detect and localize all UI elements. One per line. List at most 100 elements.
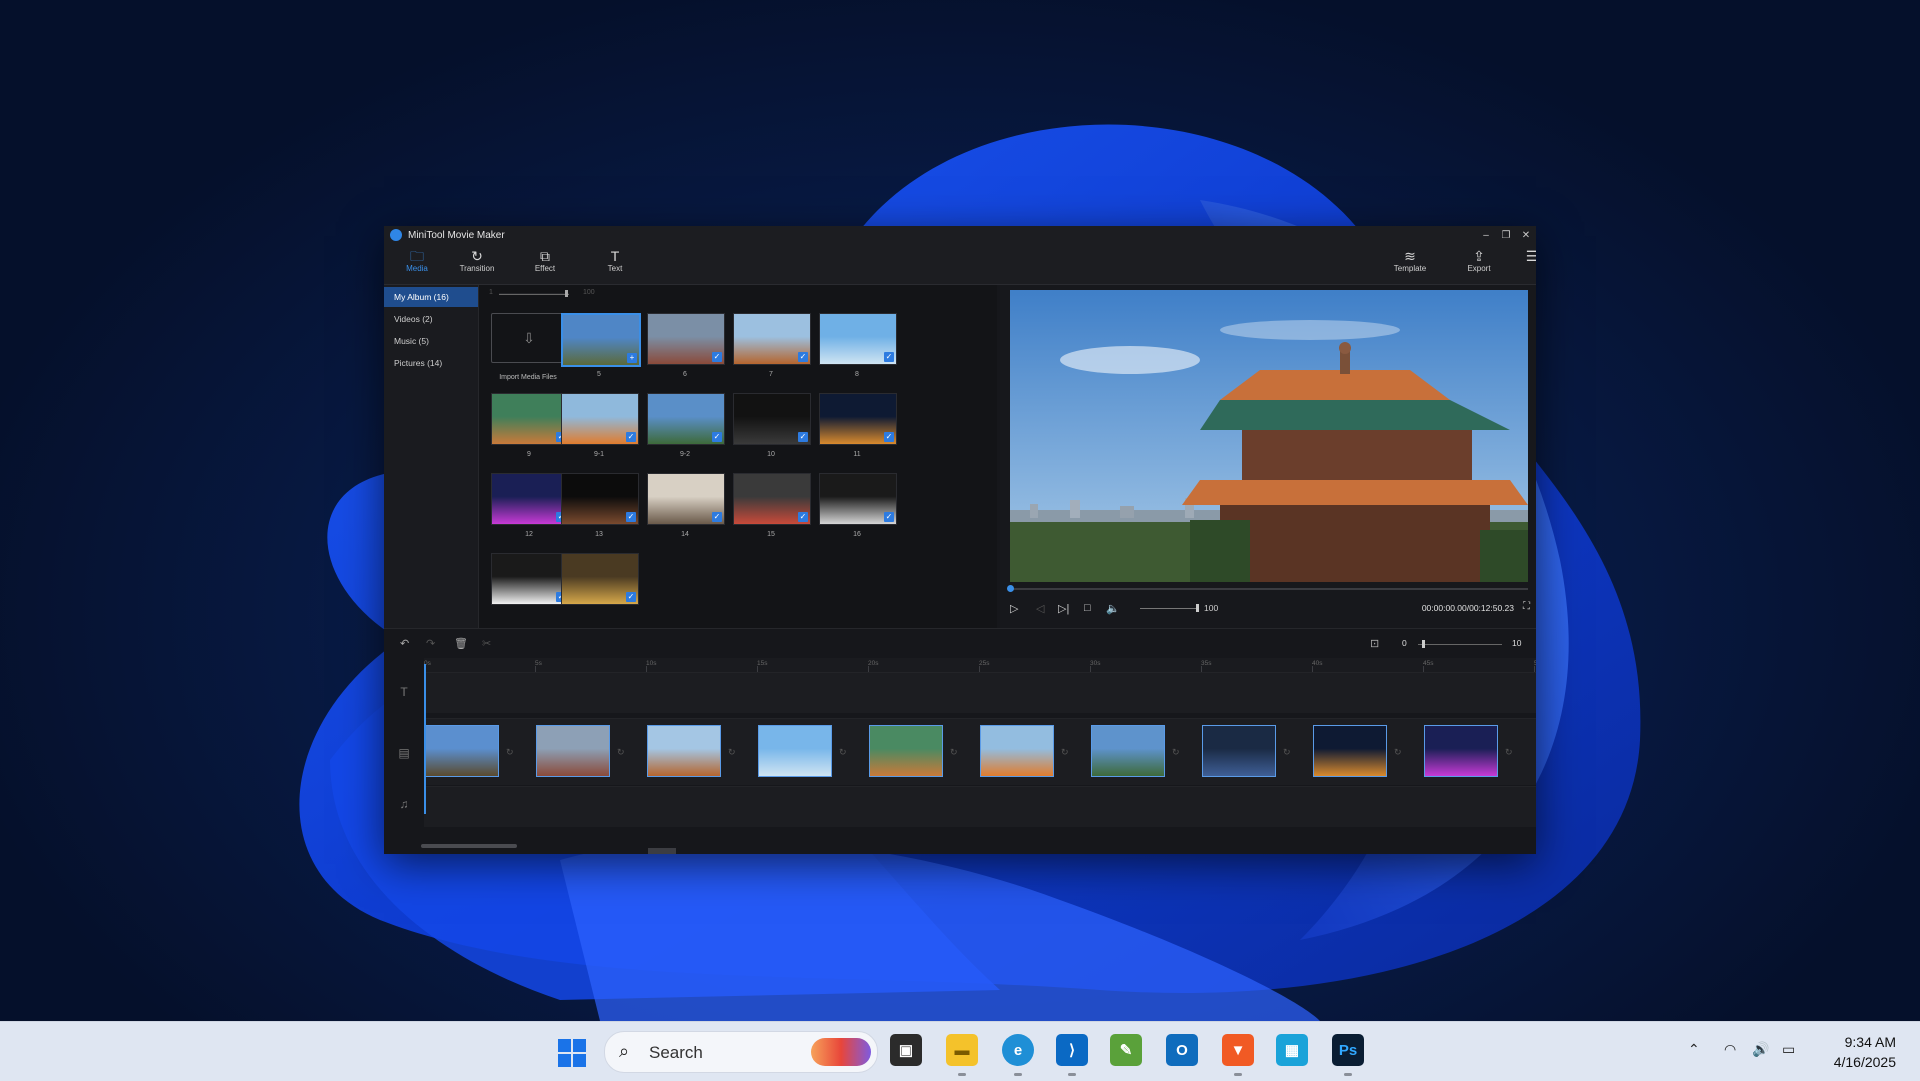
photoshop-icon[interactable]: Ps [1332, 1034, 1364, 1066]
media-thumbnail[interactable]: ✓ [561, 553, 639, 605]
check-icon[interactable]: ✓ [626, 512, 636, 522]
check-icon[interactable]: ✓ [884, 432, 894, 442]
volume-handle[interactable] [1196, 604, 1199, 612]
volume-icon[interactable]: 🔈 [1106, 602, 1120, 615]
check-icon[interactable]: ✓ [712, 352, 722, 362]
image-editor-icon[interactable]: ✎ [1110, 1034, 1142, 1066]
media-thumbnail[interactable]: ✓ [733, 313, 811, 365]
wifi-icon[interactable]: ◠ [1724, 1041, 1736, 1058]
media-thumbnail[interactable]: ✓ [491, 553, 569, 605]
media-thumbnail[interactable]: ✓ [819, 473, 897, 525]
battery-icon[interactable]: ▭ [1782, 1041, 1795, 1058]
export-button[interactable]: ⇪ Export [1454, 248, 1504, 273]
minimize-button[interactable]: – [1476, 226, 1496, 244]
timeline-clip[interactable] [1313, 725, 1387, 777]
store-app-icon[interactable]: ▦ [1276, 1034, 1308, 1066]
transition-slot-icon[interactable]: ↻ [1505, 747, 1513, 758]
timeline-scrollbar[interactable] [421, 844, 517, 848]
restore-button[interactable]: ❐ [1496, 226, 1516, 244]
playback-progress[interactable] [1007, 585, 1528, 592]
outlook-icon[interactable]: O [1166, 1034, 1198, 1066]
text-track[interactable] [424, 672, 1536, 713]
check-icon[interactable]: ✓ [884, 352, 894, 362]
check-icon[interactable]: ✓ [798, 432, 808, 442]
timeline-ruler[interactable]: 0s5s10s15s20s25s30s35s40s45s50 [424, 658, 1536, 672]
prev-frame-button[interactable]: ◁ [1036, 602, 1044, 615]
add-to-timeline-icon[interactable]: + [627, 353, 637, 363]
chevron-up-icon[interactable]: ⌃ [1688, 1041, 1700, 1058]
menu-button[interactable]: ☰ [1522, 248, 1536, 264]
speaker-icon[interactable]: 🔊 [1752, 1041, 1769, 1058]
tab-media[interactable]: 🗀 Media [392, 248, 442, 273]
undo-button[interactable]: ↶ [400, 637, 409, 650]
import-media-button[interactable]: ⇩ [491, 313, 567, 363]
fullscreen-button[interactable]: ⛶ [1523, 601, 1530, 612]
media-thumbnail[interactable]: ✓ [647, 473, 725, 525]
media-thumbnail[interactable]: ✓ [733, 473, 811, 525]
media-thumbnail[interactable]: + [561, 313, 641, 367]
media-thumbnail[interactable]: ✓ [491, 393, 569, 445]
media-thumbnail[interactable]: ✓ [647, 393, 725, 445]
media-thumbnail[interactable]: ✓ [819, 313, 897, 365]
vscode-icon[interactable]: ⟩ [1056, 1034, 1088, 1066]
timeline-clip[interactable] [647, 725, 721, 777]
transition-slot-icon[interactable]: ↻ [950, 747, 958, 758]
tab-transition[interactable]: ↻ Transition [452, 248, 502, 273]
check-icon[interactable]: ✓ [798, 512, 808, 522]
volume-slider[interactable] [1140, 608, 1198, 609]
media-thumbnail[interactable]: ✓ [647, 313, 725, 365]
playhead[interactable] [424, 664, 426, 814]
progress-handle[interactable] [1007, 585, 1014, 592]
sidebar-item-videos[interactable]: Videos (2) [384, 309, 478, 329]
sidebar-item-pictures[interactable]: Pictures (14) [384, 353, 478, 373]
stop-button[interactable]: □ [1084, 602, 1091, 614]
media-thumbnail[interactable]: ✓ [561, 473, 639, 525]
transition-slot-icon[interactable]: ↻ [1172, 747, 1180, 758]
system-clock[interactable]: 9:34 AM 4/16/2025 [1834, 1032, 1896, 1072]
windows-start-icon[interactable] [557, 1038, 587, 1068]
transition-slot-icon[interactable]: ↻ [839, 747, 847, 758]
transition-slot-icon[interactable]: ↻ [1283, 747, 1291, 758]
transition-slot-icon[interactable]: ↻ [728, 747, 736, 758]
check-icon[interactable]: ✓ [884, 512, 894, 522]
media-thumbnail[interactable]: ✓ [491, 473, 569, 525]
music-track[interactable] [424, 786, 1536, 827]
timeline-clip[interactable] [980, 725, 1054, 777]
timeline-clip[interactable] [1424, 725, 1498, 777]
edge-browser-icon[interactable]: e [1002, 1034, 1034, 1066]
file-explorer-icon[interactable]: ▬ [946, 1034, 978, 1066]
check-icon[interactable]: ✓ [626, 432, 636, 442]
close-button[interactable]: ✕ [1516, 226, 1536, 244]
tab-text[interactable]: T Text [590, 248, 640, 273]
transition-slot-icon[interactable]: ↻ [506, 747, 514, 758]
timeline-zoom-handle[interactable] [1422, 640, 1425, 648]
transition-slot-icon[interactable]: ↻ [617, 747, 625, 758]
check-icon[interactable]: ✓ [712, 432, 722, 442]
media-thumbnail[interactable]: ✓ [733, 393, 811, 445]
check-icon[interactable]: ✓ [626, 592, 636, 602]
video-track[interactable]: ↻ ↻ ↻ ↻ ↻ ↻ ↻ ↻ ↻ ↻ [424, 718, 1536, 785]
next-frame-button[interactable]: ▷| [1058, 602, 1069, 615]
taskbar-search[interactable]: ⌕ Search [604, 1031, 878, 1073]
media-thumbnail[interactable]: ✓ [819, 393, 897, 445]
check-icon[interactable]: ✓ [798, 352, 808, 362]
timeline-clip[interactable] [536, 725, 610, 777]
redo-button[interactable]: ↷ [426, 637, 435, 650]
delete-button[interactable]: 🗑 [454, 637, 468, 650]
task-view-icon[interactable]: ▣ [890, 1034, 922, 1066]
sidebar-item-music[interactable]: Music (5) [384, 331, 478, 351]
timeline-scroll-thumb[interactable] [648, 848, 676, 854]
timeline-clip[interactable] [1202, 725, 1276, 777]
fit-timeline-button[interactable]: ⊡ [1370, 637, 1379, 650]
media-thumbnail[interactable]: ✓ [561, 393, 639, 445]
split-button[interactable]: ✂ [482, 637, 491, 650]
template-button[interactable]: ≋ Template [1385, 248, 1435, 273]
timeline-zoom-slider[interactable] [1418, 644, 1502, 645]
timeline-clip[interactable] [1091, 725, 1165, 777]
brave-browser-icon[interactable]: ▼ [1222, 1034, 1254, 1066]
play-button[interactable]: ▷ [1010, 602, 1018, 615]
transition-slot-icon[interactable]: ↻ [1394, 747, 1402, 758]
timeline-clip[interactable] [758, 725, 832, 777]
tab-effect[interactable]: ⧉ Effect [520, 248, 570, 273]
timeline-clip[interactable] [425, 725, 499, 777]
